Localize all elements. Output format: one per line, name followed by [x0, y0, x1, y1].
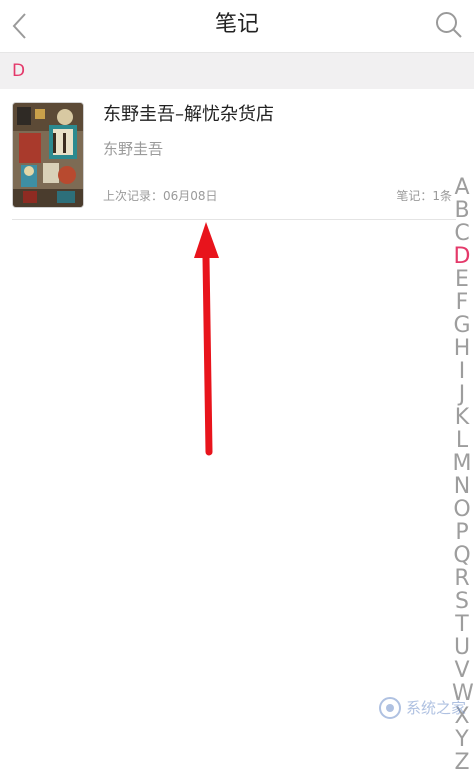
index-letter-a[interactable]: A — [452, 176, 472, 199]
index-letter-f[interactable]: F — [452, 291, 472, 314]
index-letter-v[interactable]: V — [452, 659, 472, 682]
index-letter-y[interactable]: Y — [452, 728, 472, 751]
page-title: 笔记 — [214, 12, 259, 37]
index-letter-m[interactable]: M — [452, 452, 472, 475]
last-record-date: 上次记录：06月08日 — [103, 189, 218, 203]
book-title: 东野圭吾–解忧杂货店 — [103, 104, 274, 125]
index-letter-n[interactable]: N — [452, 475, 472, 498]
alphabet-index-bar[interactable]: ABCDEFGHIJKLMNOPQRSTUVWXYZ — [452, 176, 474, 774]
watermark-text: 系统之家 — [405, 699, 466, 717]
index-letter-h[interactable]: H — [452, 337, 472, 360]
watermark-logo-icon — [378, 697, 401, 719]
book-cover-art — [13, 103, 83, 207]
index-letter-i[interactable]: I — [452, 360, 472, 383]
index-letter-r[interactable]: R — [452, 567, 472, 590]
section-letter: D — [12, 61, 26, 81]
watermark: 系统之家 — [378, 694, 466, 722]
index-letter-j[interactable]: J — [452, 383, 472, 406]
index-letter-l[interactable]: L — [452, 429, 472, 452]
index-letter-q[interactable]: Q — [452, 544, 472, 567]
index-letter-k[interactable]: K — [452, 406, 472, 429]
index-letter-t[interactable]: T — [452, 613, 472, 636]
index-letter-c[interactable]: C — [452, 222, 472, 245]
search-button[interactable] — [432, 8, 466, 42]
index-letter-b[interactable]: B — [452, 199, 472, 222]
note-count: 笔记：1条 — [396, 189, 452, 203]
top-bar: 笔记 — [0, 0, 474, 53]
index-letter-s[interactable]: S — [452, 590, 472, 613]
index-letter-o[interactable]: O — [452, 498, 472, 521]
index-letter-u[interactable]: U — [452, 636, 472, 659]
index-letter-p[interactable]: P — [452, 521, 472, 544]
book-cover — [12, 102, 84, 208]
list-item[interactable]: 东野圭吾–解忧杂货店 东野圭吾 上次记录：06月08日 笔记：1条 — [0, 90, 456, 220]
book-author: 东野圭吾 — [103, 140, 164, 158]
index-letter-g[interactable]: G — [452, 314, 472, 337]
search-icon — [436, 12, 462, 38]
index-letter-e[interactable]: E — [452, 268, 472, 291]
index-letter-z[interactable]: Z — [452, 751, 472, 774]
divider — [12, 219, 456, 220]
section-header: D — [0, 53, 474, 89]
index-letter-d[interactable]: D — [452, 245, 472, 268]
